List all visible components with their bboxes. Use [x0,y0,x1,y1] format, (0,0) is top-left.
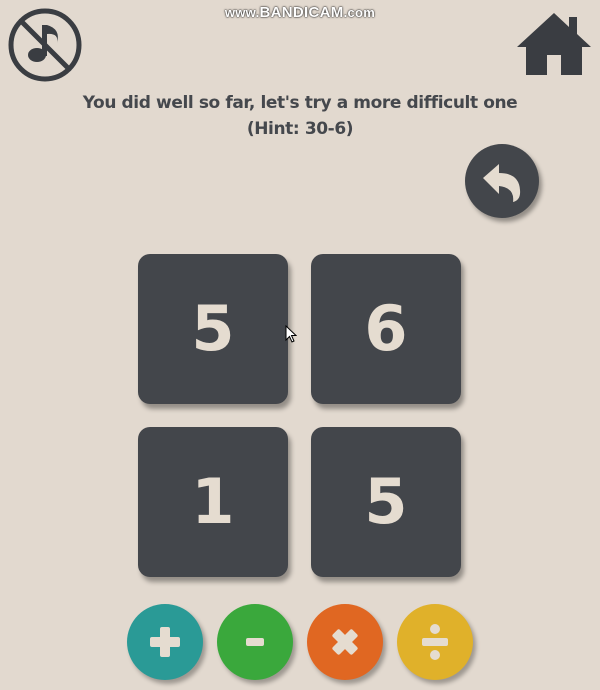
watermark-suffix: .com [343,5,376,20]
tile-value: 5 [191,292,235,365]
plus-icon [150,627,180,657]
screen-recorder-watermark: www.BANDICAM.com [0,4,600,21]
undo-arrow-icon [483,164,521,202]
home-button[interactable] [515,11,593,77]
message-line-1: You did well so far, let's try a more di… [82,93,518,113]
tile-value: 6 [364,292,408,365]
times-icon [332,629,358,655]
minus-icon [246,638,264,646]
times-operator-button[interactable] [307,604,383,680]
tile-value: 1 [191,465,235,538]
hint-text: (Hint: 30-6) [246,119,354,139]
home-icon [517,13,591,75]
divide-icon [422,624,448,660]
number-tile[interactable]: 5 [138,254,288,404]
number-tile[interactable]: 5 [311,427,461,577]
music-off-icon [8,8,82,82]
mouse-cursor-icon [285,325,297,343]
undo-button[interactable] [465,144,539,218]
tile-value: 5 [364,465,408,538]
number-tile[interactable]: 1 [138,427,288,577]
instruction-message: You did well so far, let's try a more di… [0,90,600,142]
music-toggle-button[interactable] [7,7,83,83]
watermark-brand: BANDICAM [259,4,344,21]
divide-operator-button[interactable] [397,604,473,680]
watermark-prefix: www. [224,5,260,20]
minus-operator-button[interactable] [217,604,293,680]
plus-operator-button[interactable] [127,604,203,680]
number-tile[interactable]: 6 [311,254,461,404]
